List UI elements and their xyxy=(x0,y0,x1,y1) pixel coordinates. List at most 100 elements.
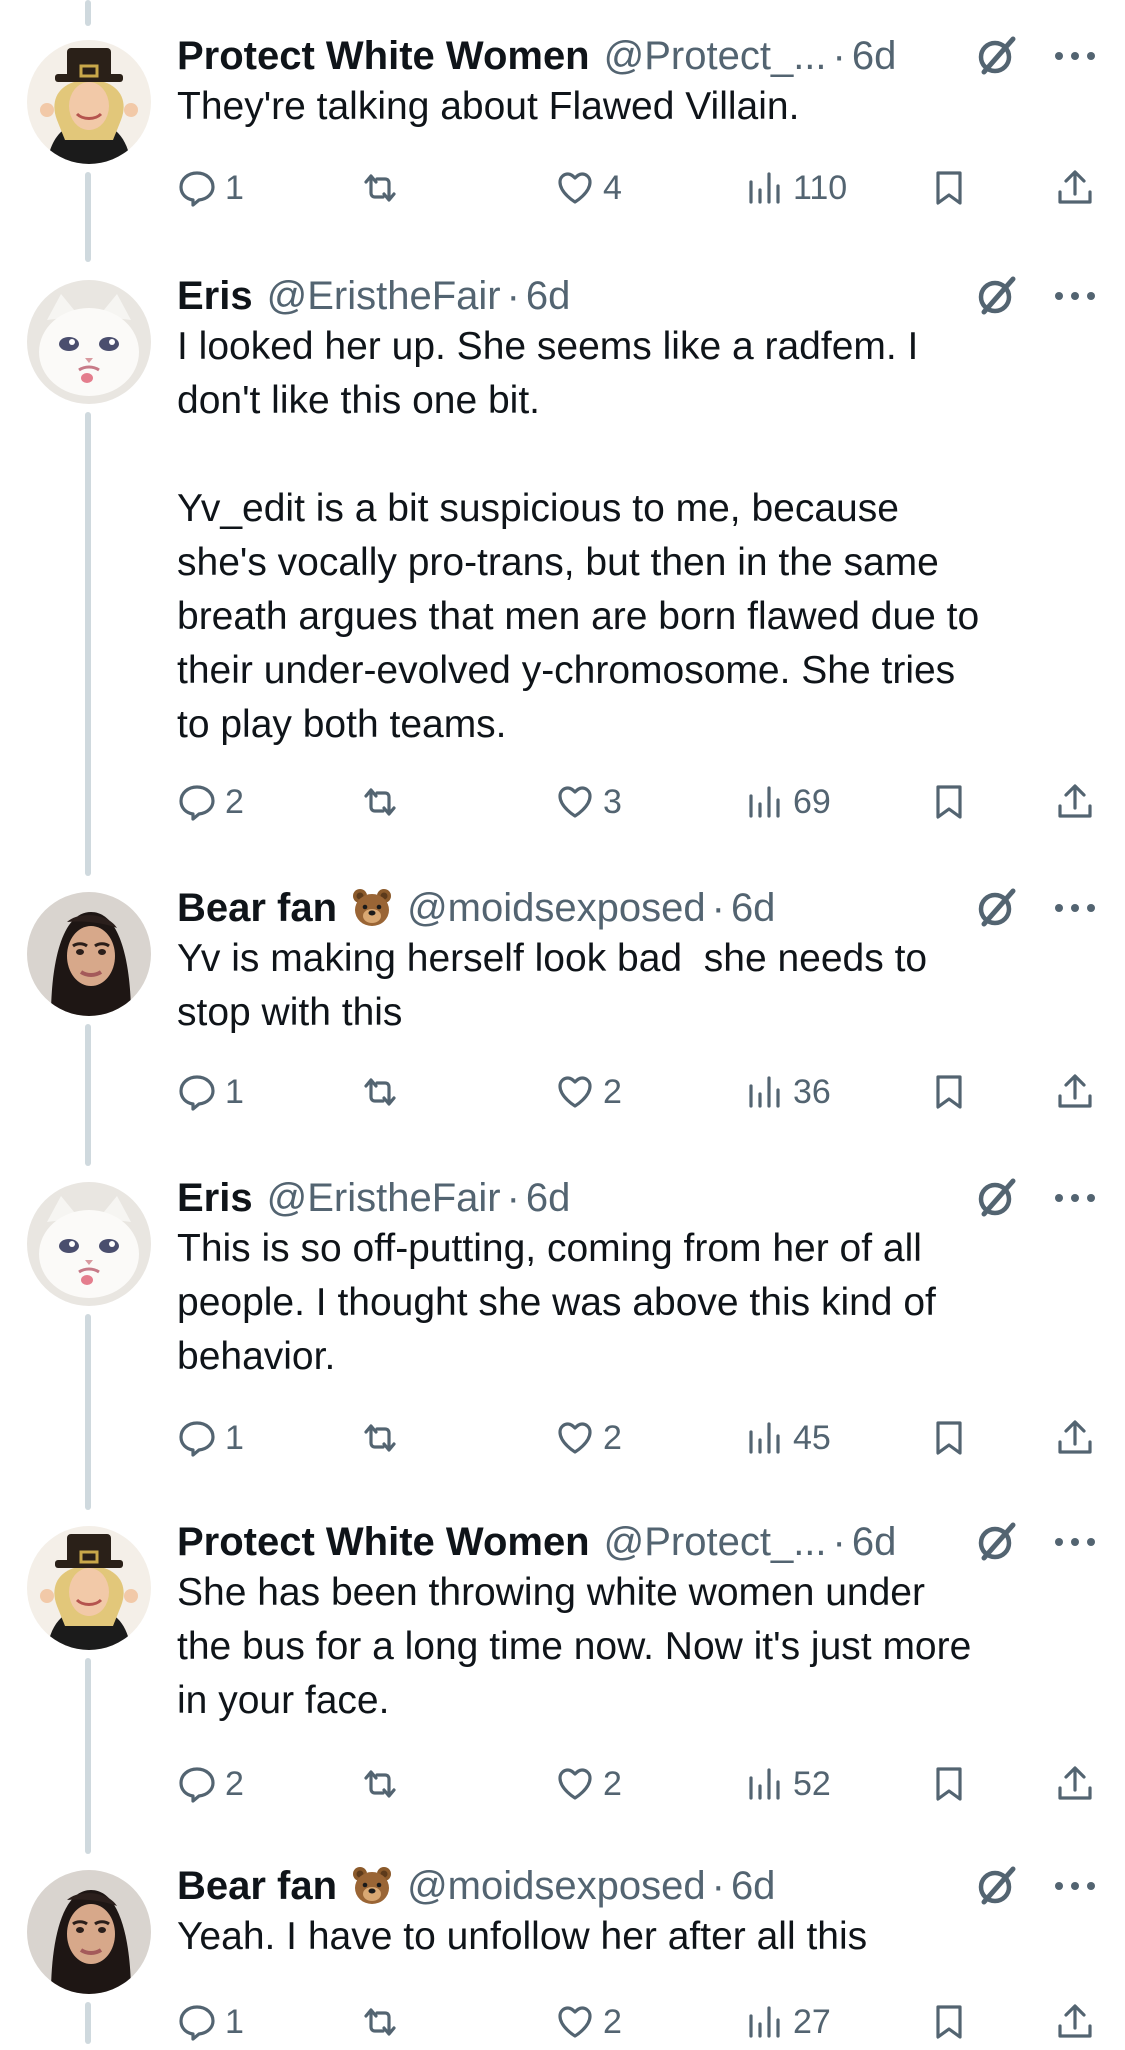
reply-button[interactable]: 1 xyxy=(177,1064,244,1120)
more-options-icon[interactable] xyxy=(1050,270,1100,322)
tweet-text: They're talking about Flawed Villain. xyxy=(177,85,800,128)
reply-icon xyxy=(177,1418,217,1458)
timestamp[interactable]: 6d xyxy=(731,886,776,931)
share-button[interactable] xyxy=(1055,1410,1095,1466)
repost-button[interactable] xyxy=(360,160,408,216)
grok-icon[interactable] xyxy=(970,270,1022,322)
views-button[interactable]: 27 xyxy=(745,1994,831,2050)
heart-icon xyxy=(555,782,595,822)
avatar[interactable] xyxy=(27,40,151,164)
reply-count: 1 xyxy=(225,1418,244,1457)
reply-icon xyxy=(177,168,217,208)
like-button[interactable]: 3 xyxy=(555,774,622,830)
reply-button[interactable]: 1 xyxy=(177,1410,244,1466)
more-options-icon[interactable] xyxy=(1050,30,1100,82)
views-button[interactable]: 36 xyxy=(745,1064,831,1120)
repost-icon xyxy=(360,1418,400,1458)
share-icon xyxy=(1055,782,1095,822)
timestamp[interactable]: 6d xyxy=(852,34,897,79)
more-options-icon[interactable] xyxy=(1050,1172,1100,1224)
avatar[interactable] xyxy=(27,1182,151,1306)
views-button[interactable]: 69 xyxy=(745,774,831,830)
separator-dot: · xyxy=(711,885,725,930)
action-bar: 1 4 110 xyxy=(177,160,1117,216)
share-button[interactable] xyxy=(1055,1994,1095,2050)
avatar[interactable] xyxy=(27,892,151,1016)
tweet-header: Protect White Women @Protect_... · 6d xyxy=(177,1514,937,1570)
like-button[interactable]: 2 xyxy=(555,1410,622,1466)
like-count: 2 xyxy=(603,1418,622,1457)
like-count: 2 xyxy=(603,1764,622,1803)
share-icon xyxy=(1055,1764,1095,1804)
share-button[interactable] xyxy=(1055,1064,1095,1120)
reply-button[interactable]: 1 xyxy=(177,160,244,216)
user-handle[interactable]: @EristheFair xyxy=(267,274,501,319)
timestamp[interactable]: 6d xyxy=(731,1864,776,1909)
thread-line xyxy=(85,172,91,262)
more-options-icon[interactable] xyxy=(1050,1516,1100,1568)
avatar[interactable] xyxy=(27,1526,151,1650)
repost-icon xyxy=(360,168,400,208)
timestamp[interactable]: 6d xyxy=(526,274,571,319)
repost-button[interactable] xyxy=(360,1410,408,1466)
display-name[interactable]: Bear fan xyxy=(177,886,337,931)
views-button[interactable]: 110 xyxy=(745,160,847,216)
bookmark-button[interactable] xyxy=(929,1994,969,2050)
more-options-icon[interactable] xyxy=(1050,882,1100,934)
tweet-text: She has been throwing white women under … xyxy=(177,1571,972,1722)
share-button[interactable] xyxy=(1055,1756,1095,1812)
heart-icon xyxy=(555,1072,595,1112)
grok-icon[interactable] xyxy=(970,1516,1022,1568)
share-button[interactable] xyxy=(1055,774,1095,830)
reply-button[interactable]: 2 xyxy=(177,1756,244,1812)
bookmark-button[interactable] xyxy=(929,160,969,216)
user-handle[interactable]: @Protect_... xyxy=(604,34,827,79)
user-handle[interactable]: @moidsexposed xyxy=(407,886,706,931)
display-name[interactable]: Eris xyxy=(177,1176,253,1221)
repost-button[interactable] xyxy=(360,1064,408,1120)
separator-dot: · xyxy=(506,1175,520,1220)
view-count: 69 xyxy=(793,782,831,821)
timestamp[interactable]: 6d xyxy=(852,1520,897,1565)
like-button[interactable]: 4 xyxy=(555,160,622,216)
user-handle[interactable]: @EristheFair xyxy=(267,1176,501,1221)
grok-icon[interactable] xyxy=(970,1172,1022,1224)
more-options-icon[interactable] xyxy=(1050,1860,1100,1912)
like-button[interactable]: 2 xyxy=(555,1064,622,1120)
repost-button[interactable] xyxy=(360,774,408,830)
user-handle[interactable]: @Protect_... xyxy=(604,1520,827,1565)
display-name[interactable]: Protect White Women xyxy=(177,1520,590,1565)
bookmark-icon xyxy=(929,168,969,208)
action-bar: 2 3 69 xyxy=(177,774,1117,830)
action-bar: 1 2 45 xyxy=(177,1410,1117,1466)
bookmark-button[interactable] xyxy=(929,774,969,830)
reply-icon xyxy=(177,782,217,822)
bookmark-button[interactable] xyxy=(929,1756,969,1812)
display-name[interactable]: Eris xyxy=(177,274,253,319)
thread-line xyxy=(85,1314,91,1510)
share-button[interactable] xyxy=(1055,160,1095,216)
like-button[interactable]: 2 xyxy=(555,1994,622,2050)
heart-icon xyxy=(555,2002,595,2042)
reply-button[interactable]: 1 xyxy=(177,1994,244,2050)
display-name[interactable]: Bear fan xyxy=(177,1864,337,1909)
avatar[interactable] xyxy=(27,1870,151,1994)
views-button[interactable]: 45 xyxy=(745,1410,831,1466)
grok-icon[interactable] xyxy=(970,30,1022,82)
repost-button[interactable] xyxy=(360,1994,408,2050)
bookmark-button[interactable] xyxy=(929,1064,969,1120)
display-name[interactable]: Protect White Women xyxy=(177,34,590,79)
avatar[interactable] xyxy=(27,280,151,404)
reply-button[interactable]: 2 xyxy=(177,774,244,830)
bookmark-button[interactable] xyxy=(929,1410,969,1466)
reply-icon xyxy=(177,1764,217,1804)
views-chart-icon xyxy=(745,1418,785,1458)
views-button[interactable]: 52 xyxy=(745,1756,831,1812)
grok-icon[interactable] xyxy=(970,882,1022,934)
user-handle[interactable]: @moidsexposed xyxy=(407,1864,706,1909)
like-button[interactable]: 2 xyxy=(555,1756,622,1812)
repost-button[interactable] xyxy=(360,1756,408,1812)
tweet-header: Eris @EristheFair · 6d xyxy=(177,268,937,324)
grok-icon[interactable] xyxy=(970,1860,1022,1912)
timestamp[interactable]: 6d xyxy=(526,1176,571,1221)
